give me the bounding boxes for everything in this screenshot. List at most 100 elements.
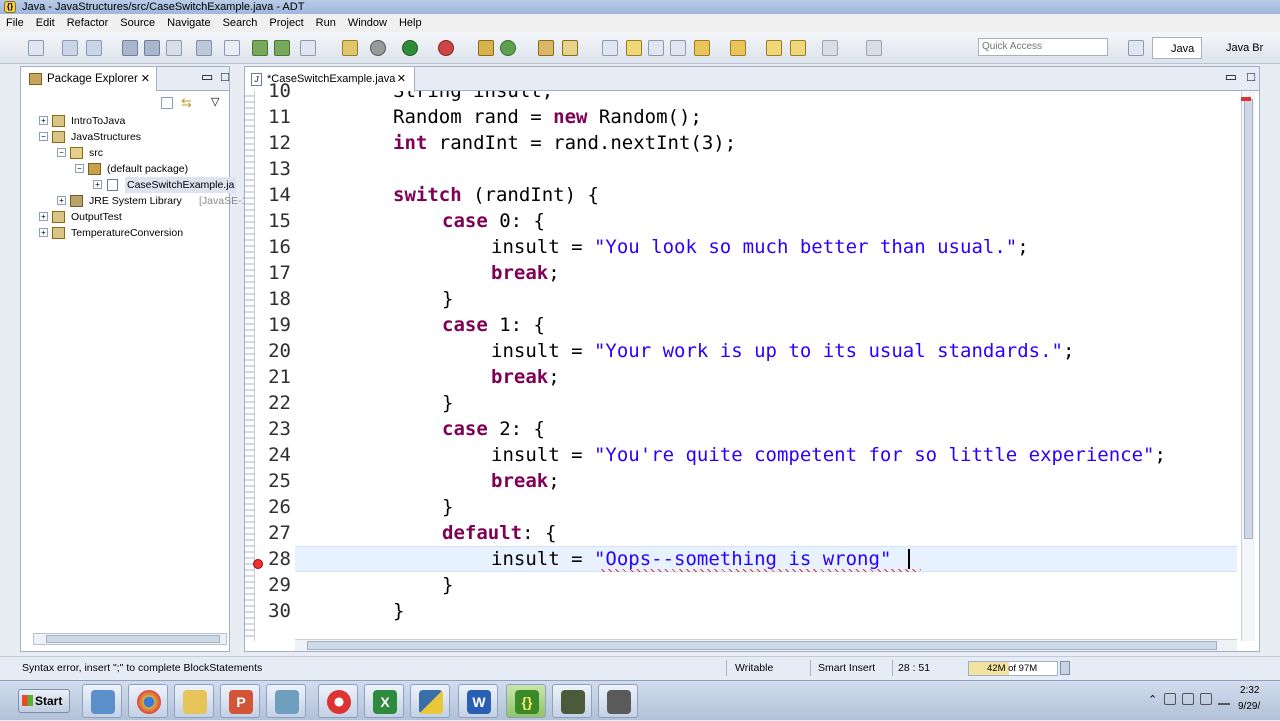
back-icon[interactable]: [790, 40, 806, 56]
forward-icon[interactable]: [822, 40, 838, 56]
error-marker-icon[interactable]: [253, 559, 263, 569]
expand-icon[interactable]: +: [39, 116, 48, 125]
taskbar-adt-button[interactable]: {}: [506, 684, 546, 718]
network-icon[interactable]: [1182, 693, 1194, 705]
menu-edit[interactable]: Edit: [36, 17, 55, 29]
save-icon[interactable]: [122, 40, 138, 56]
perspective-java-button[interactable]: Java: [1152, 37, 1202, 59]
code-text: ;: [548, 262, 560, 284]
menu-project[interactable]: Project: [269, 17, 303, 29]
build-icon[interactable]: [342, 40, 358, 56]
show-hidden-icons-icon[interactable]: ⌃: [1148, 693, 1157, 706]
code-text: : {: [522, 522, 557, 544]
scrollbar-thumb[interactable]: [46, 635, 220, 643]
clock-time[interactable]: 2:32: [1240, 685, 1259, 696]
editor-horizontal-scrollbar[interactable]: [295, 639, 1237, 651]
clock-date[interactable]: 9/29/: [1238, 701, 1260, 712]
show-whitespace-icon[interactable]: [670, 40, 686, 56]
menu-search[interactable]: Search: [223, 17, 258, 29]
menu-help[interactable]: Help: [399, 17, 422, 29]
view-menu-icon[interactable]: ▽: [211, 95, 219, 108]
editor-vertical-scrollbar[interactable]: [1241, 91, 1255, 641]
block-selection-icon[interactable]: [648, 40, 664, 56]
volume-icon[interactable]: [1200, 693, 1212, 705]
expand-icon[interactable]: +: [93, 180, 102, 189]
annotation-ruler[interactable]: [245, 91, 255, 641]
external-tools-icon[interactable]: [438, 40, 454, 56]
code-text: 2: {: [487, 418, 545, 440]
open-perspective-icon[interactable]: [1128, 40, 1144, 56]
open-type-icon[interactable]: [538, 40, 554, 56]
debug-icon[interactable]: [370, 40, 386, 56]
usb-icon[interactable]: [1164, 693, 1176, 705]
trash-icon[interactable]: [1060, 661, 1070, 675]
new-android-icon[interactable]: [86, 40, 102, 56]
run-icon[interactable]: [402, 40, 418, 56]
search-icon[interactable]: [602, 40, 618, 56]
android-debug-icon[interactable]: [274, 40, 290, 56]
next-annotation-icon[interactable]: [694, 40, 710, 56]
taskbar-terminal-button[interactable]: [552, 684, 592, 718]
maximize-icon[interactable]: □: [221, 69, 229, 84]
status-bar: Syntax error, insert ";" to complete Blo…: [0, 656, 1280, 678]
new-package-icon[interactable]: [478, 40, 494, 56]
previous-annotation-icon[interactable]: [730, 40, 746, 56]
collapse-icon[interactable]: −: [75, 164, 84, 173]
close-icon[interactable]: ✕: [397, 67, 406, 91]
pin-editor-icon[interactable]: [866, 40, 882, 56]
collapse-icon[interactable]: −: [39, 132, 48, 141]
quick-access-input[interactable]: Quick Access: [978, 38, 1108, 56]
keyword: new: [553, 106, 588, 128]
menu-refactor[interactable]: Refactor: [67, 17, 109, 29]
sdk-manager-icon[interactable]: [196, 40, 212, 56]
scrollbar-thumb[interactable]: [307, 641, 1217, 650]
taskbar-powerpoint-button[interactable]: P: [220, 684, 260, 718]
open-task-icon[interactable]: [562, 40, 578, 56]
taskbar-word-button[interactable]: W: [458, 684, 498, 718]
expand-icon[interactable]: +: [39, 228, 48, 237]
new-icon[interactable]: [28, 40, 44, 56]
lint-icon[interactable]: [300, 40, 316, 56]
toggle-mark-occurrences-icon[interactable]: [626, 40, 642, 56]
code-editor-area[interactable]: String insult; Random rand = new Random(…: [295, 91, 1237, 641]
android-run-icon[interactable]: [252, 40, 268, 56]
taskbar-chrome-button[interactable]: [128, 684, 168, 718]
taskbar-recorder-button[interactable]: [318, 684, 358, 718]
taskbar-emulator-button[interactable]: [598, 684, 638, 718]
taskbar-excel-button[interactable]: X: [364, 684, 404, 718]
expand-icon[interactable]: +: [57, 196, 66, 205]
menu-window[interactable]: Window: [348, 17, 387, 29]
taskbar-app-button[interactable]: [266, 684, 306, 718]
scrollbar-thumb[interactable]: [1244, 99, 1253, 539]
heap-status[interactable]: 42M of 97M: [968, 661, 1058, 676]
taskbar-explorer-button[interactable]: [82, 684, 122, 718]
package-explorer-tab[interactable]: Package Explorer ✕: [21, 67, 157, 91]
new-class-icon[interactable]: [500, 40, 516, 56]
taskbar-python-button[interactable]: [410, 684, 450, 718]
menu-bar: File Edit Refactor Source Navigate Searc…: [0, 14, 1280, 32]
maximize-icon[interactable]: □: [1247, 69, 1255, 84]
taskbar-folder-button[interactable]: [174, 684, 214, 718]
minimize-icon[interactable]: ▭: [201, 69, 213, 85]
package-explorer-horizontal-scrollbar[interactable]: [33, 633, 227, 645]
menu-navigate[interactable]: Navigate: [167, 17, 210, 29]
print-icon[interactable]: [166, 40, 182, 56]
last-edit-location-icon[interactable]: [766, 40, 782, 56]
menu-run[interactable]: Run: [316, 17, 336, 29]
code-text: ;: [548, 470, 560, 492]
new-project-icon[interactable]: [62, 40, 78, 56]
menu-file[interactable]: File: [6, 17, 24, 29]
avd-manager-icon[interactable]: [224, 40, 240, 56]
signal-icon[interactable]: [1218, 693, 1230, 705]
error-overview-marker[interactable]: [1241, 97, 1251, 101]
menu-source[interactable]: Source: [120, 17, 155, 29]
perspective-java-browsing-button[interactable]: Java Br: [1206, 37, 1280, 59]
collapse-icon[interactable]: −: [57, 148, 66, 157]
save-all-icon[interactable]: [144, 40, 160, 56]
close-icon[interactable]: ✕: [141, 67, 150, 91]
start-button[interactable]: Start: [18, 689, 70, 713]
link-with-editor-icon[interactable]: ⇆: [181, 95, 192, 111]
expand-icon[interactable]: +: [39, 212, 48, 221]
minimize-icon[interactable]: ▭: [1225, 69, 1237, 85]
collapse-all-icon[interactable]: [161, 97, 173, 109]
